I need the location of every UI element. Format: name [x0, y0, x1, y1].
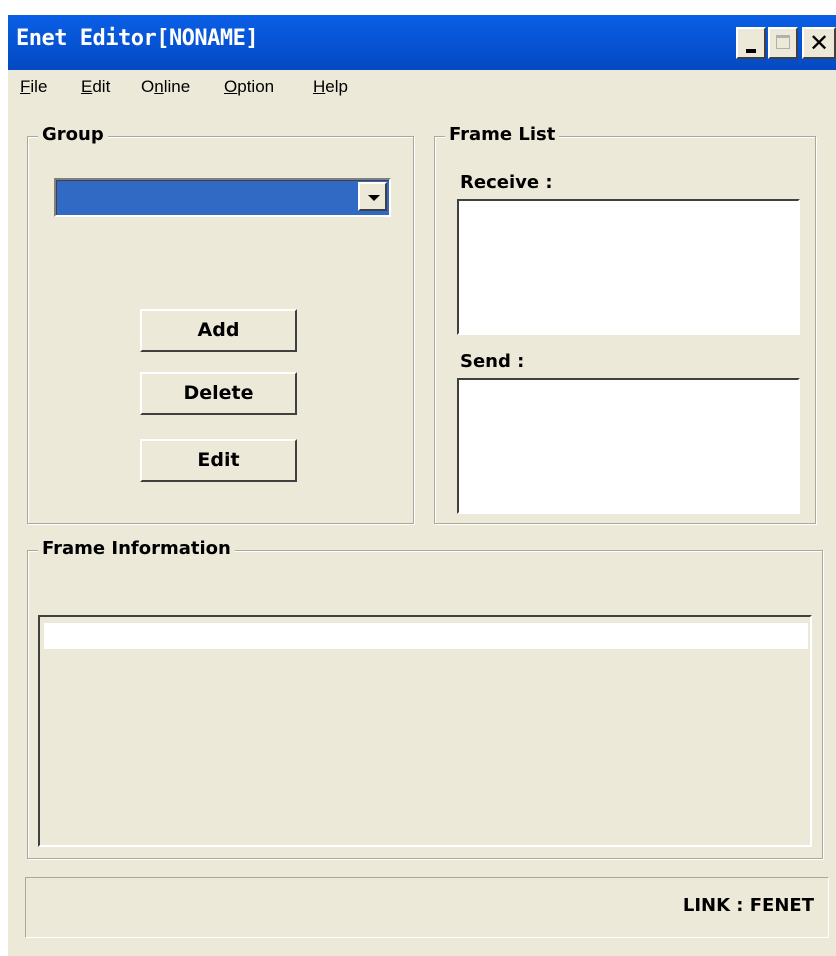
title-bar[interactable]: Enet Editor[NONAME] ✕	[8, 15, 836, 70]
frame-list-title: Frame List	[445, 124, 560, 145]
frame-information-list[interactable]	[38, 615, 812, 847]
window-title: Enet Editor[NONAME]	[16, 26, 259, 51]
receive-list[interactable]	[457, 199, 800, 335]
delete-button[interactable]: Delete	[140, 372, 297, 415]
maximize-icon	[776, 35, 790, 49]
group-title: Group	[38, 124, 108, 145]
minimize-icon	[746, 49, 756, 53]
close-icon: ✕	[808, 29, 830, 57]
menu-edit[interactable]: Edit	[81, 77, 110, 97]
edit-button[interactable]: Edit	[140, 439, 297, 482]
link-status: LINK : FENET	[682, 895, 814, 916]
menu-file[interactable]: File	[20, 77, 47, 97]
chevron-down-icon	[368, 195, 380, 201]
status-bar: LINK : FENET	[25, 877, 829, 938]
menu-help[interactable]: Help	[313, 77, 348, 97]
frame-information-title: Frame Information	[38, 538, 235, 559]
list-item[interactable]	[44, 623, 808, 649]
group-select[interactable]	[54, 178, 391, 217]
menu-online[interactable]: Online	[141, 77, 190, 97]
send-label: Send :	[460, 351, 525, 372]
menu-option[interactable]: Option	[224, 77, 274, 97]
minimize-button[interactable]	[736, 27, 766, 59]
receive-label: Receive :	[460, 172, 553, 193]
dropdown-button[interactable]	[358, 182, 387, 211]
close-button[interactable]: ✕	[802, 27, 836, 59]
add-button[interactable]: Add	[140, 309, 297, 352]
maximize-button	[768, 27, 798, 59]
menu-bar: File Edit Online Option Help	[8, 70, 836, 104]
send-list[interactable]	[457, 378, 800, 514]
